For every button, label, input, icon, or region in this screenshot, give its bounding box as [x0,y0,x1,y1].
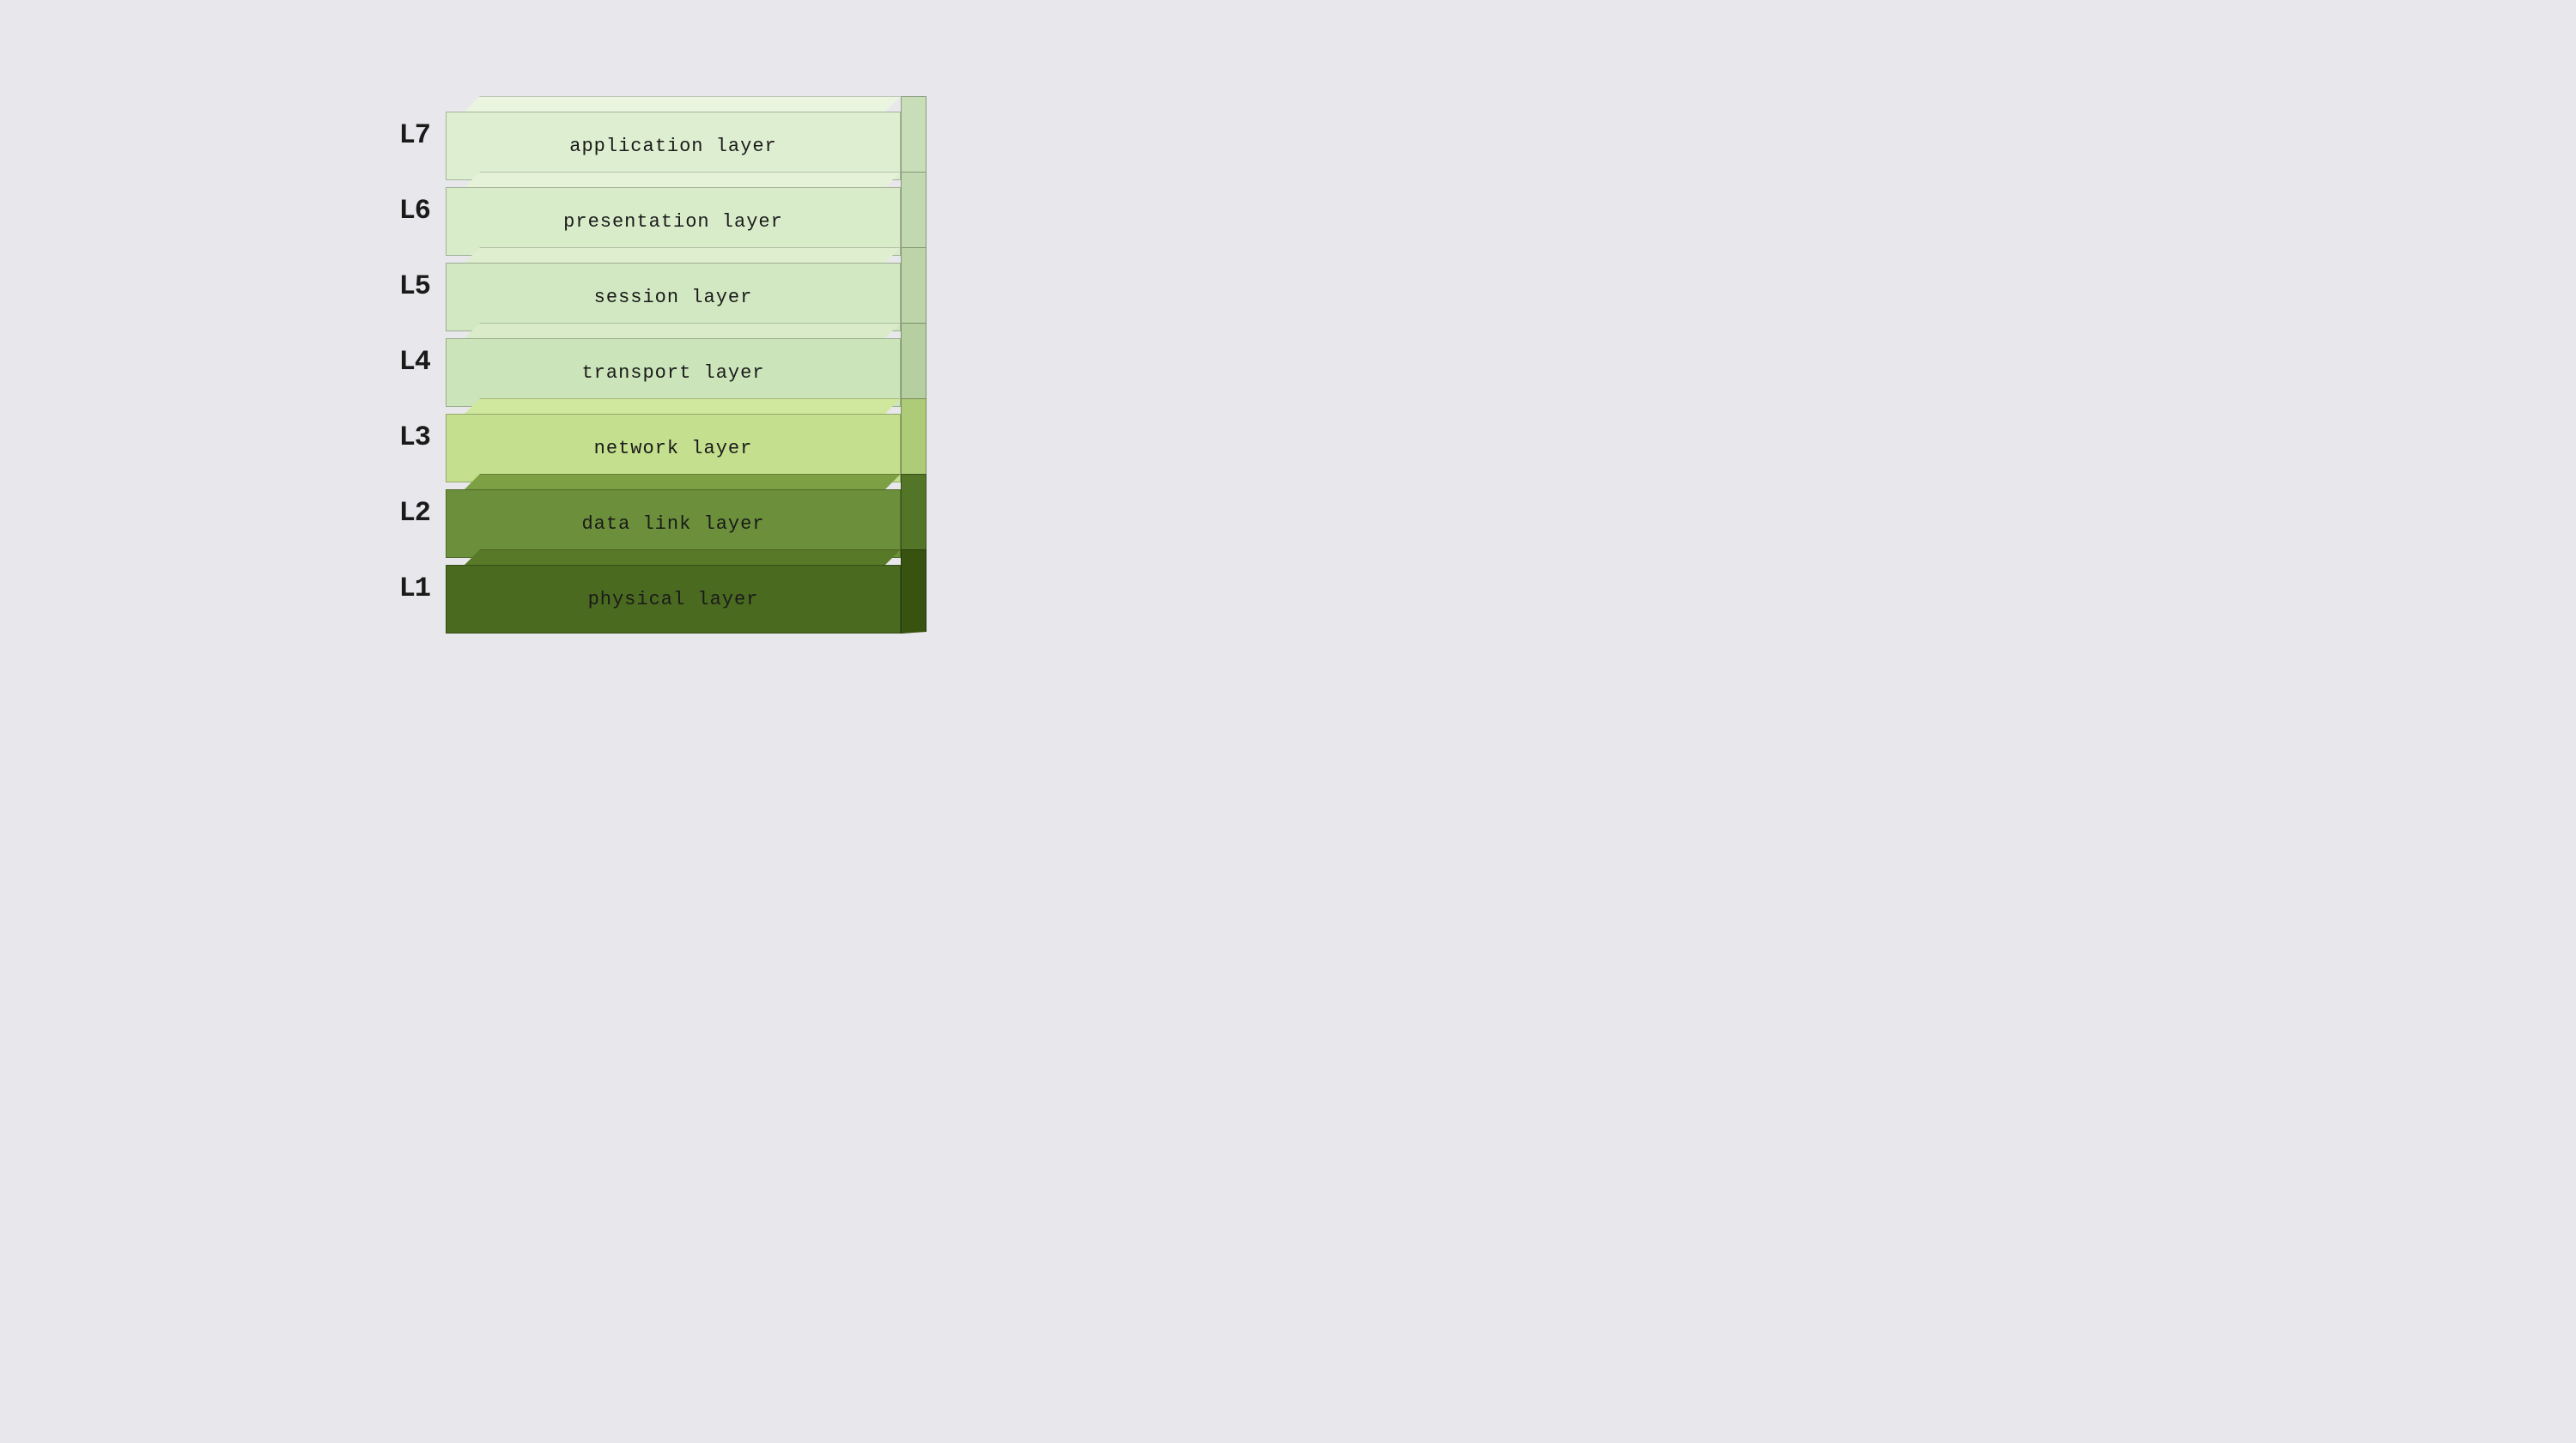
layer-row-l4: L4 transport layer [361,323,927,400]
layer-label-l2: L2 [361,497,430,529]
layer-label-l4: L4 [361,346,430,378]
layer-front-l6: presentation layer [446,187,901,256]
layer-row-l7: L7 application layer [361,96,927,173]
layer-right-l3 [901,398,927,482]
layer-row-l1: L1 physical layer [361,549,927,627]
layer-label-l7: L7 [361,119,430,151]
layer-row-l3: L3 network layer [361,398,927,476]
layer-box-l1: physical layer [446,549,927,627]
layer-front-l4: transport layer [446,338,901,407]
layer-row-l5: L5 session layer [361,247,927,324]
layer-box-l7: application layer [446,96,927,173]
layer-top-l2 [463,474,901,491]
layer-front-l1: physical layer [446,565,901,634]
layer-top-l6 [463,172,901,189]
layer-box-l4: transport layer [446,323,927,400]
layer-right-l6 [901,172,927,256]
layer-row-l6: L6 presentation layer [361,172,927,249]
layer-right-l2 [901,474,927,558]
layer-label-l5: L5 [361,270,430,302]
layer-box-l2: data link layer [446,474,927,551]
layer-front-l2: data link layer [446,489,901,558]
layer-right-l7 [901,96,927,180]
layer-box-l6: presentation layer [446,172,927,249]
layer-right-l5 [901,247,927,331]
layer-label-l6: L6 [361,195,430,227]
layer-top-l4 [463,323,901,340]
layer-top-l7 [463,96,901,113]
layer-label-l3: L3 [361,421,430,453]
layer-front-l5: session layer [446,263,901,331]
layer-top-l1 [463,549,901,567]
layer-box-l5: session layer [446,247,927,324]
layer-top-l3 [463,398,901,415]
osi-model-diagram: L7 application layer L6 presentation lay… [361,96,927,625]
layer-box-l3: network layer [446,398,927,476]
layer-front-l7: application layer [446,112,901,180]
layer-right-l4 [901,323,927,407]
layer-label-l1: L1 [361,573,430,604]
layer-row-l2: L2 data link layer [361,474,927,551]
layer-front-l3: network layer [446,414,901,482]
layer-right-l1 [901,549,927,634]
layer-top-l5 [463,247,901,264]
